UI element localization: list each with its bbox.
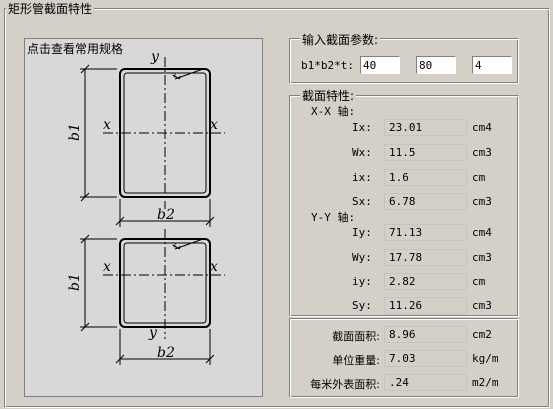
wy-value: 17.78 <box>384 249 467 266</box>
b2-label-upper: b2 <box>157 207 175 223</box>
surface-area-unit: m2/m <box>472 376 499 389</box>
rx-unit: cm <box>472 171 486 184</box>
iy-value: 71.13 <box>384 224 467 241</box>
sx-name: Sx: <box>352 195 372 208</box>
b2-input[interactable] <box>416 56 456 74</box>
upper-section-drawing <box>80 57 225 227</box>
rx-value: 1.6 <box>384 169 467 186</box>
window-title: 矩形管截面特性 <box>6 0 95 17</box>
surface-area-name: 每米外表面积: <box>310 378 380 391</box>
iy-name: Iy: <box>352 226 372 239</box>
yy-axis-title: Y-Y 轴: <box>311 211 356 224</box>
weight-unit: kg/m <box>472 352 499 365</box>
sx-value: 6.78 <box>384 193 467 210</box>
wx-name: Wx: <box>352 146 372 159</box>
view-common-specs-link[interactable]: 点击查看常用规格 <box>27 40 123 57</box>
sy-name: Sy: <box>352 299 372 312</box>
x-axis-label-left-upper: x <box>103 117 111 133</box>
ry-name: iy: <box>352 275 372 288</box>
t-input[interactable] <box>472 56 512 74</box>
weight-value: 7.03 <box>384 350 467 367</box>
b1-label-lower: b1 <box>67 273 83 291</box>
sy-value: 11.26 <box>384 297 467 314</box>
b1-label-upper: b1 <box>67 123 83 141</box>
rx-name: ix: <box>352 171 372 184</box>
x-axis-label-right-upper: x <box>210 117 218 133</box>
ix-name: Ix: <box>352 121 372 134</box>
wx-unit: cm3 <box>472 146 492 159</box>
area-unit: cm2 <box>472 328 492 341</box>
area-value: 8.96 <box>384 326 467 343</box>
b1-input[interactable] <box>360 56 400 74</box>
surface-area-value: .24 <box>384 374 467 391</box>
rect-tube-diagram: y x x t b1 b2 x x t b1 y b2 <box>67 49 225 365</box>
lower-section-drawing <box>80 229 225 365</box>
x-axis-label-left-lower: x <box>103 259 111 275</box>
b2-label-lower: b2 <box>157 345 175 361</box>
section-diagram-panel: 点击查看常用规格 y x x t b1 b2 x x t b1 y b2 <box>24 38 263 397</box>
wx-value: 11.5 <box>384 144 467 161</box>
section-props-title: 截面特性: <box>300 87 357 104</box>
iy-unit: cm4 <box>472 226 492 239</box>
ry-unit: cm <box>472 275 486 288</box>
weight-name: 单位重量: <box>332 354 380 367</box>
param-label: b1*b2*t: <box>301 59 354 72</box>
ry-value: 2.82 <box>384 273 467 290</box>
wy-name: Wy: <box>352 251 372 264</box>
y-axis-label-top: y <box>150 49 160 65</box>
ix-unit: cm4 <box>472 121 492 134</box>
xx-axis-title: X-X 轴: <box>311 105 356 118</box>
y-axis-label-bottom: y <box>148 325 158 341</box>
wy-unit: cm3 <box>472 251 492 264</box>
sx-unit: cm3 <box>472 195 492 208</box>
x-axis-label-right-lower: x <box>210 259 218 275</box>
ix-value: 23.01 <box>384 119 467 136</box>
area-name: 截面面积: <box>332 330 380 343</box>
sy-unit: cm3 <box>472 299 492 312</box>
input-params-title: 输入截面参数: <box>300 31 381 48</box>
